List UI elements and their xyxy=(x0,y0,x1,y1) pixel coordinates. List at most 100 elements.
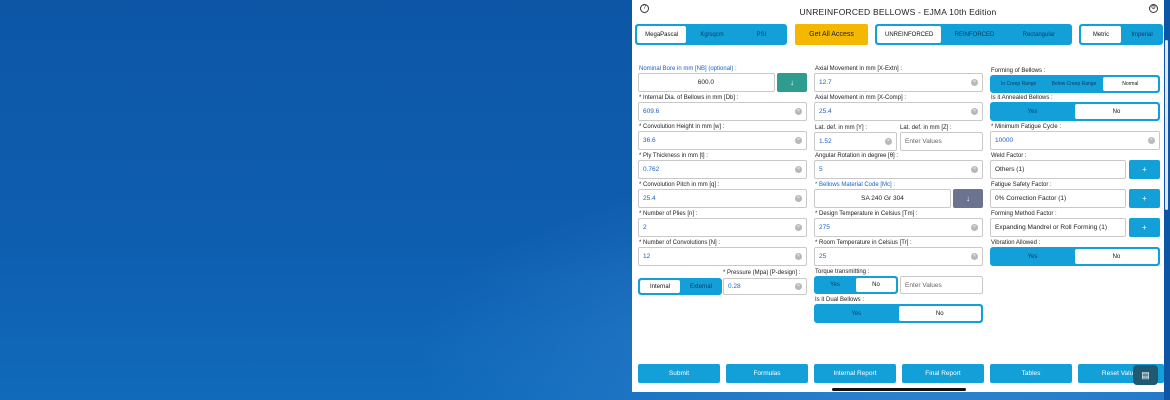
internal-report-button[interactable]: Internal Report xyxy=(814,364,896,383)
fatigue-input[interactable]: 10000 × xyxy=(990,131,1160,150)
theta-input[interactable]: 5 × xyxy=(814,160,983,179)
nb-value: 600.0 xyxy=(697,79,714,86)
get-all-access-button[interactable]: Get All Access xyxy=(795,24,868,45)
t-label: * Ply Thickness in mm [t] : xyxy=(639,153,708,159)
x-extn-value: 12.7 xyxy=(819,79,832,86)
unit-megapascal[interactable]: MegaPascal xyxy=(637,26,687,43)
forming-below-creep[interactable]: Below Creep Range xyxy=(1046,76,1101,92)
pressure-label: * Pressure (Mpa) [P-design] : xyxy=(723,270,801,276)
tr-input[interactable]: 25 × xyxy=(814,247,983,266)
material-label: * Bellows Material Code [Mc] : xyxy=(815,182,896,188)
clear-icon[interactable]: × xyxy=(795,108,802,115)
torque-input[interactable]: Enter Values xyxy=(900,276,983,294)
clear-icon[interactable]: × xyxy=(795,283,802,290)
fsf-input[interactable]: 0% Correction Factor (1) xyxy=(990,189,1126,208)
theta-value: 5 xyxy=(819,166,823,173)
clear-icon[interactable]: × xyxy=(795,137,802,144)
bellows-type-selector: UNREINFORCED REINFORCED Rectangular xyxy=(875,24,1072,45)
final-report-button[interactable]: Final Report xyxy=(902,364,984,383)
w-value: 36.6 xyxy=(643,137,656,144)
n-input[interactable]: 2 × xyxy=(638,218,807,237)
y-input[interactable]: 1.52 × xyxy=(814,132,897,151)
pressure-type-selector: Internal External xyxy=(638,278,722,295)
vibration-yes[interactable]: Yes xyxy=(991,248,1074,265)
unit-kgsqcm[interactable]: Kg/sqcm xyxy=(687,25,736,44)
z-input[interactable]: Enter Values xyxy=(900,132,983,151)
nb-input[interactable]: 600.0 xyxy=(638,73,775,92)
x-comp-input[interactable]: 25.4 × xyxy=(814,102,983,121)
torque-no[interactable]: No xyxy=(856,278,896,292)
clear-icon[interactable]: × xyxy=(1148,137,1155,144)
dual-bellows-label: Is it Dual Bellows : xyxy=(815,297,865,303)
torque-yes[interactable]: Yes xyxy=(815,277,855,293)
formulas-button[interactable]: Formulas xyxy=(726,364,808,383)
floating-action-button[interactable]: ▤ xyxy=(1133,365,1158,385)
pressure-external[interactable]: External xyxy=(681,279,721,294)
clear-icon[interactable]: × xyxy=(795,195,802,202)
tables-button[interactable]: Tables xyxy=(990,364,1072,383)
unit-psi[interactable]: PSI xyxy=(737,25,786,44)
torque-label: Torque transmitting : xyxy=(815,269,870,275)
db-label: * Internal Dia. of Bellows in mm [Db] : xyxy=(639,95,739,101)
tm-value: 275 xyxy=(819,224,830,231)
dual-bellows-selector: Yes No xyxy=(814,304,983,323)
type-unreinforced[interactable]: UNREINFORCED xyxy=(877,26,942,43)
weld-add-button[interactable]: + xyxy=(1129,160,1160,179)
q-input[interactable]: 25.4 × xyxy=(638,189,807,208)
material-dropdown-button[interactable]: ↓ xyxy=(953,189,983,208)
tm-input[interactable]: 275 × xyxy=(814,218,983,237)
db-input[interactable]: 609.6 × xyxy=(638,102,807,121)
vibration-selector: Yes No xyxy=(990,247,1160,266)
clear-icon[interactable]: × xyxy=(795,253,802,260)
clear-icon[interactable]: × xyxy=(971,108,978,115)
convolutions-input[interactable]: 12 × xyxy=(638,247,807,266)
arrow-down-icon: ↓ xyxy=(966,194,970,203)
t-input[interactable]: 0.762 × xyxy=(638,160,807,179)
fsf-label: Fatigue Safety Factor : xyxy=(991,182,1052,188)
theta-label: Angular Rotation in degree [θ] : xyxy=(815,153,899,159)
dual-yes[interactable]: Yes xyxy=(815,305,898,322)
annealed-yes[interactable]: Yes xyxy=(991,103,1074,120)
scrollbar-thumb[interactable] xyxy=(1165,40,1168,210)
torque-placeholder: Enter Values xyxy=(905,281,942,289)
home-indicator xyxy=(832,388,966,391)
weld-input[interactable]: Others (1) xyxy=(990,160,1126,179)
x-extn-input[interactable]: 12.7 × xyxy=(814,73,983,92)
tr-value: 25 xyxy=(819,253,827,260)
fmf-label: Forming Method Factor : xyxy=(991,211,1057,217)
clear-icon[interactable]: × xyxy=(971,79,978,86)
material-input[interactable]: SA 240 Gr 304 xyxy=(814,189,951,208)
page-title: UNREINFORCED BELLOWS - EJMA 10th Edition xyxy=(799,7,997,17)
pressure-input[interactable]: 0.28 × xyxy=(723,278,807,295)
vibration-no[interactable]: No xyxy=(1075,249,1158,264)
type-reinforced[interactable]: REINFORCED xyxy=(942,25,1006,44)
annealed-no[interactable]: No xyxy=(1075,104,1158,119)
clear-icon[interactable]: × xyxy=(795,166,802,173)
clear-icon[interactable]: × xyxy=(795,224,802,231)
tm-label: * Design Temperature in Celsius [Tm] : xyxy=(815,211,918,217)
header-bar: UNREINFORCED BELLOWS - EJMA 10th Edition xyxy=(632,4,1164,20)
unit-system-selector: Metric Imperial xyxy=(1079,24,1163,45)
unit-imperial[interactable]: Imperial xyxy=(1122,25,1162,44)
dual-no[interactable]: No xyxy=(898,306,981,321)
clear-icon[interactable]: × xyxy=(971,253,978,260)
vibration-label: Vibration Allowed : xyxy=(991,240,1041,246)
settings-icon[interactable]: ⚙ xyxy=(1149,4,1158,13)
submit-button[interactable]: Submit xyxy=(638,364,720,383)
unit-metric[interactable]: Metric xyxy=(1081,26,1121,43)
fmf-add-button[interactable]: + xyxy=(1129,218,1160,237)
n-label: * Number of Plies [n] : xyxy=(639,211,698,217)
forming-normal[interactable]: Normal xyxy=(1102,77,1158,91)
fsf-add-button[interactable]: + xyxy=(1129,189,1160,208)
nb-dropdown-button[interactable]: ↓ xyxy=(777,73,807,92)
clear-icon[interactable]: × xyxy=(971,166,978,173)
fmf-input[interactable]: Expanding Mandrel or Roll Forming (1) xyxy=(990,218,1126,237)
forming-creep[interactable]: In Creep Range xyxy=(991,76,1046,92)
w-input[interactable]: 36.6 × xyxy=(638,131,807,150)
clear-icon[interactable]: × xyxy=(971,224,978,231)
x-comp-value: 25.4 xyxy=(819,108,832,115)
clear-icon[interactable]: × xyxy=(885,138,892,145)
weld-label: Weld Factor : xyxy=(991,153,1027,159)
pressure-internal[interactable]: Internal xyxy=(640,280,680,293)
type-rectangular[interactable]: Rectangular xyxy=(1007,25,1071,44)
